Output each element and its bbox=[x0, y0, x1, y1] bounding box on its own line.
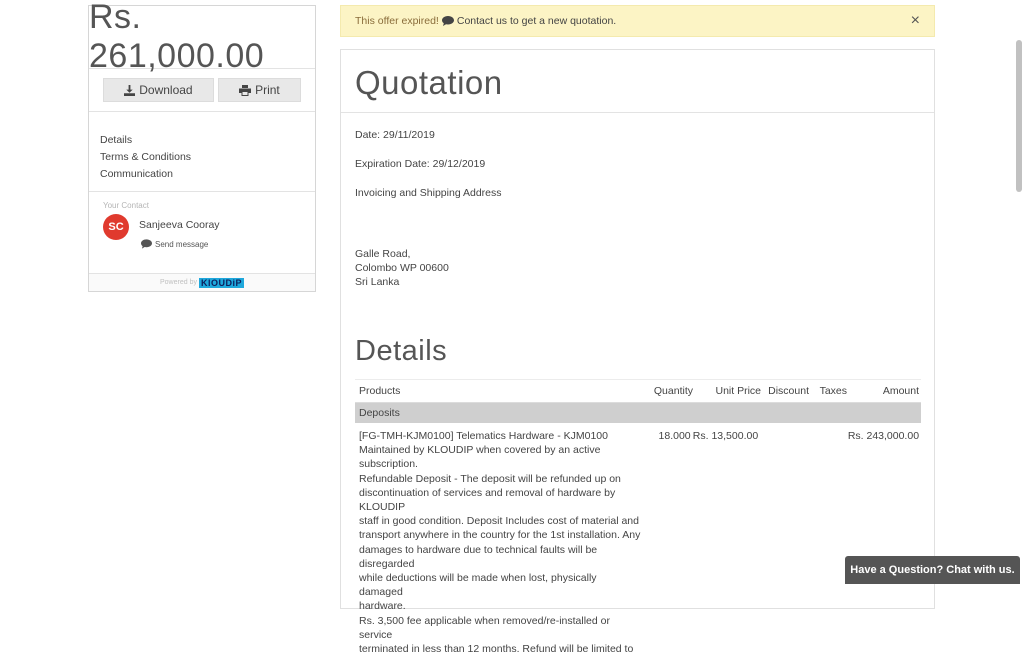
page-title: Quotation bbox=[341, 50, 934, 113]
item-quantity: 18.000 bbox=[658, 430, 691, 442]
description-line: terminated in less than 12 months. Refun… bbox=[359, 643, 634, 656]
table-header: Products Quantity Unit Price Discount Ta… bbox=[355, 379, 921, 403]
item-unit-price: Rs. 13,500.00 bbox=[692, 430, 759, 442]
address-line: Colombo WP 00600 bbox=[355, 262, 449, 274]
col-unit-price: Unit Price bbox=[715, 385, 761, 397]
send-message-label: Send message bbox=[155, 239, 209, 249]
chat-button[interactable]: Have a Question? Chat with us. bbox=[845, 556, 1020, 584]
scrollbar[interactable] bbox=[1016, 40, 1022, 192]
kloudip-logo[interactable]: KlOUDiP bbox=[198, 277, 244, 288]
description-line: staff in good condition. Deposit Include… bbox=[359, 515, 639, 528]
section-deposits: Deposits bbox=[355, 403, 921, 423]
download-label: Download bbox=[139, 83, 193, 97]
print-button[interactable]: Print bbox=[217, 78, 301, 102]
products-table: Products Quantity Unit Price Discount Ta… bbox=[355, 379, 921, 656]
comment-icon bbox=[141, 239, 152, 249]
powered-by: Powered by KlOUDiP bbox=[89, 273, 315, 291]
avatar: SC bbox=[103, 214, 129, 240]
alert-info[interactable]: Contact us to get a new quotation. bbox=[439, 15, 616, 27]
expiration-date: Expiration Date: 29/12/2019 bbox=[355, 158, 486, 170]
quote-date: Date: 29/11/2019 bbox=[355, 129, 435, 141]
col-taxes: Taxes bbox=[819, 385, 847, 397]
description-line: transport anywhere in the country for th… bbox=[359, 529, 641, 542]
nav-item-details[interactable]: Details bbox=[100, 132, 304, 149]
col-products: Products bbox=[359, 385, 401, 397]
col-amount: Amount bbox=[882, 385, 919, 397]
download-button[interactable]: Download bbox=[103, 78, 214, 102]
description-line: discontinuation of services and removal … bbox=[359, 486, 616, 514]
description-line: Maintained by KLOUDIP when covered by an… bbox=[359, 444, 601, 471]
description-line: Rs. 3,500 fee applicable when removed/re… bbox=[359, 614, 610, 641]
table-row: [FG-TMH-KJM0100] Telematics Hardware - K… bbox=[355, 423, 921, 656]
quote-total: Rs. 261,000.00 bbox=[89, 0, 315, 75]
sidebar-nav: Details Terms & Conditions Communication bbox=[89, 112, 315, 183]
nav-item-terms[interactable]: Terms & Conditions bbox=[100, 149, 304, 166]
address-line: Galle Road, bbox=[355, 248, 411, 260]
quotation-document: Quotation Date: 29/11/2019 Expiration Da… bbox=[340, 49, 935, 655]
description-line: damages to hardware due to technical fau… bbox=[359, 543, 598, 570]
item-taxes bbox=[806, 429, 848, 656]
description-line: hardware. bbox=[359, 600, 406, 613]
item-amount: Rs. 243,000.00 bbox=[847, 430, 920, 442]
powered-by-label: Powered by bbox=[160, 279, 197, 286]
address-line: Sri Lanka bbox=[355, 276, 400, 288]
send-message-link[interactable]: Send message bbox=[89, 237, 315, 249]
close-icon[interactable]: × bbox=[911, 13, 920, 29]
comment-icon bbox=[441, 16, 454, 26]
description-line: while deductions will be made when lost,… bbox=[359, 572, 597, 599]
description-line: Refundable Deposit - The deposit will be… bbox=[359, 472, 621, 485]
address-label: Invoicing and Shipping Address bbox=[355, 187, 502, 199]
nav-item-communication[interactable]: Communication bbox=[100, 166, 304, 183]
item-description: [FG-TMH-KJM0100] Telematics Hardware - K… bbox=[355, 429, 649, 656]
alert-warning: This offer expired! bbox=[355, 15, 439, 27]
print-icon bbox=[239, 84, 252, 96]
alert-info-text: Contact us to get a new quotation. bbox=[456, 15, 617, 27]
offer-expired-alert: This offer expired! Contact us to get a … bbox=[340, 5, 935, 37]
contact-name: Sanjeeva Cooray bbox=[139, 219, 220, 231]
col-quantity: Quantity bbox=[653, 385, 693, 397]
item-discount bbox=[758, 429, 806, 656]
description-line: [FG-TMH-KJM0100] Telematics Hardware - K… bbox=[359, 430, 608, 442]
address-block: Galle Road, Colombo WP 00600 Sri Lanka bbox=[341, 247, 934, 289]
col-discount: Discount bbox=[768, 385, 809, 397]
contact-label: Your Contact bbox=[103, 201, 149, 210]
quote-summary-card: Rs. 261,000.00 Download Print Details Te… bbox=[88, 0, 316, 292]
details-title: Details bbox=[355, 335, 448, 367]
download-icon bbox=[124, 84, 136, 96]
print-label: Print bbox=[255, 83, 280, 97]
